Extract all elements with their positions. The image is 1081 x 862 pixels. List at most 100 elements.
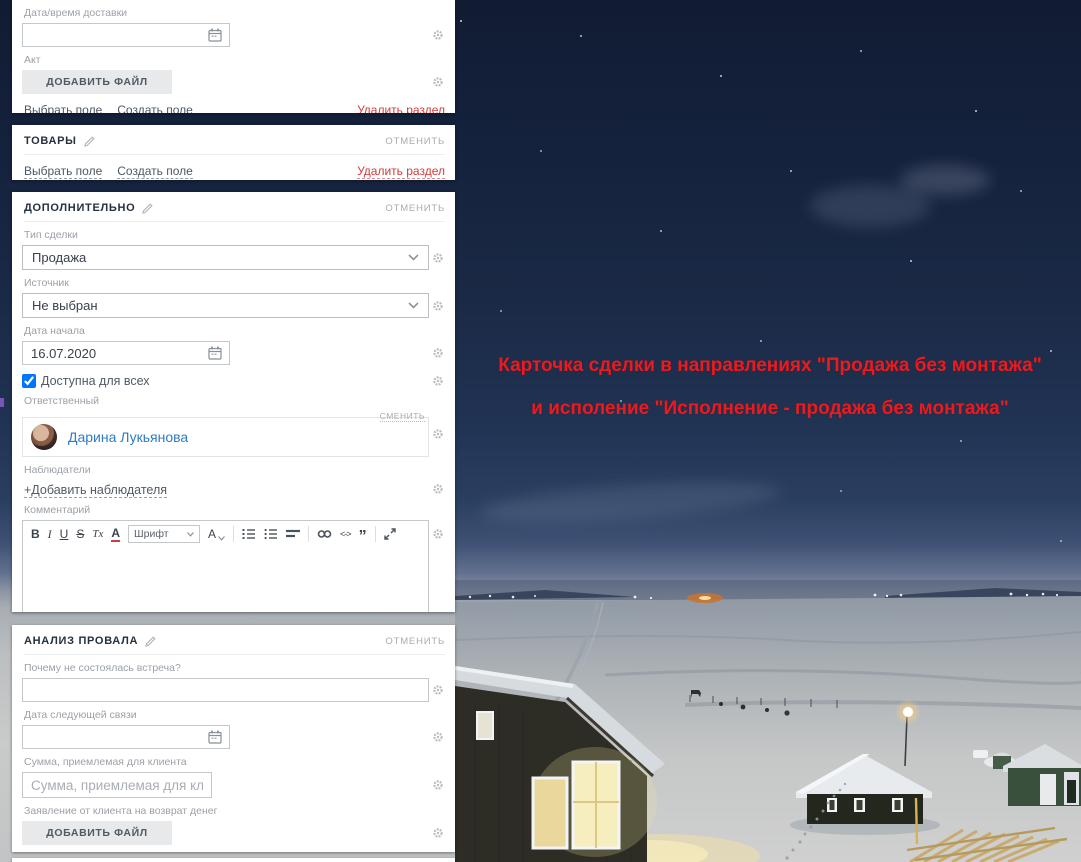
annotation-line-1: Карточка сделки в направлениях "Продажа … — [498, 355, 1042, 376]
fullscreen-button[interactable] — [383, 528, 396, 540]
calendar-icon — [208, 346, 222, 360]
field-settings-gear-icon[interactable] — [432, 779, 444, 791]
available-for-all-checkbox[interactable] — [22, 374, 36, 388]
start-date-input[interactable] — [22, 341, 230, 365]
font-size-value: A — [208, 527, 217, 541]
source-select[interactable]: Не выбран — [22, 293, 429, 318]
next-section-edge — [12, 858, 455, 862]
field-settings-gear-icon[interactable] — [432, 252, 444, 264]
cancel-link[interactable]: отменить — [385, 636, 445, 647]
field-settings-gear-icon[interactable] — [432, 731, 444, 743]
stars — [460, 20, 462, 22]
why-no-meeting-input[interactable] — [22, 678, 429, 702]
section-products: ТОВАРЫ отменить Выбрать поле Создать пол… — [12, 125, 455, 180]
chevron-down-icon — [408, 302, 419, 309]
acceptable-sum-label: Сумма, приемлемая для клиента — [24, 756, 187, 768]
deal-type-select[interactable]: Продажа — [22, 245, 429, 270]
field-settings-gear-icon[interactable] — [432, 483, 444, 495]
italic-button[interactable]: I — [48, 527, 52, 541]
bullet-list-button[interactable] — [264, 528, 278, 540]
act-label: Акт — [24, 54, 41, 66]
field-settings-gear-icon[interactable] — [432, 428, 444, 440]
annotation-line-2: и исполение "Исполнение - продажа без мо… — [531, 398, 1009, 419]
calendar-icon — [208, 730, 222, 744]
section-delivery: Дата/время доставки Акт ДОБАВИТЬ ФАЙЛ Вы… — [12, 0, 455, 113]
calendar-icon — [208, 28, 222, 42]
comment-textarea[interactable] — [23, 547, 428, 612]
cloud — [479, 474, 781, 530]
winter-landscape — [455, 580, 1081, 862]
cloud — [810, 185, 930, 227]
section-fail-analysis: АНАЛИЗ ПРОВАЛА отменить Почему не состоя… — [12, 625, 455, 852]
deal-card-editor-panel: Дата/время доставки Акт ДОБАВИТЬ ФАЙЛ Вы… — [12, 0, 455, 862]
field-settings-gear-icon[interactable] — [432, 684, 444, 696]
strikethrough-button[interactable]: S — [76, 527, 84, 541]
start-date-label: Дата начала — [24, 325, 85, 337]
source-label: Источник — [24, 277, 69, 289]
create-field-link[interactable]: Создать поле — [117, 103, 193, 113]
field-settings-gear-icon[interactable] — [432, 347, 444, 359]
font-family-select[interactable]: Шрифт — [128, 525, 201, 543]
edit-pencil-icon[interactable] — [145, 635, 156, 647]
quote-button[interactable]: ” — [359, 529, 367, 545]
annotation-text: Карточка сделки в направлениях "Продажа … — [465, 344, 1075, 430]
products-title: ТОВАРЫ — [24, 135, 77, 147]
field-settings-gear-icon[interactable] — [432, 375, 444, 387]
font-family-value: Шрифт — [134, 528, 169, 540]
additional-title: ДОПОЛНИТЕЛЬНО — [24, 202, 136, 214]
field-settings-gear-icon[interactable] — [432, 827, 444, 839]
next-contact-date-input[interactable] — [22, 725, 230, 749]
font-size-button[interactable]: A — [208, 527, 225, 541]
next-contact-date-label: Дата следующей связи — [24, 709, 137, 721]
field-settings-gear-icon[interactable] — [432, 300, 444, 312]
section-additional: ДОПОЛНИТЕЛЬНО отменить Тип сделки Продаж… — [12, 192, 455, 612]
field-settings-gear-icon[interactable] — [432, 528, 444, 540]
chevron-down-icon — [218, 536, 225, 541]
delete-section-link[interactable]: Удалить раздел — [357, 103, 445, 113]
underline-button[interactable]: U — [60, 527, 69, 541]
chevron-down-icon — [408, 254, 419, 261]
cloud — [900, 165, 990, 195]
delete-section-link[interactable]: Удалить раздел — [357, 164, 445, 179]
clear-format-button[interactable]: Tx — [92, 527, 103, 541]
add-observer-link[interactable]: +Добавить наблюдателя — [24, 483, 168, 498]
available-for-all-label: Доступна для всех — [41, 374, 150, 388]
edit-pencil-icon[interactable] — [142, 202, 154, 214]
code-button[interactable]: <-> — [340, 527, 351, 541]
add-file-button[interactable]: ДОБАВИТЬ ФАЙЛ — [22, 70, 172, 94]
responsible-box: Дарина Лукьянова — [22, 417, 429, 457]
background-fragment — [0, 398, 4, 407]
bold-button[interactable]: B — [31, 527, 40, 541]
font-color-button[interactable]: A — [111, 526, 121, 542]
deal-type-value: Продажа — [32, 250, 87, 265]
ordered-list-button[interactable] — [242, 528, 256, 540]
comment-editor: B I U S Tx A Шрифт A <-> ” — [22, 520, 429, 612]
acceptable-sum-input[interactable] — [22, 772, 212, 798]
source-value: Не выбран — [32, 298, 98, 313]
deal-type-label: Тип сделки — [24, 229, 78, 241]
why-no-meeting-label: Почему не состоялась встреча? — [24, 662, 181, 674]
editor-toolbar: B I U S Tx A Шрифт A <-> ” — [23, 521, 428, 547]
field-settings-gear-icon[interactable] — [432, 29, 444, 41]
responsible-label: Ответственный — [24, 395, 99, 407]
fail-analysis-title: АНАЛИЗ ПРОВАЛА — [24, 635, 139, 647]
comment-label: Комментарий — [24, 504, 91, 516]
link-button[interactable] — [317, 529, 332, 539]
change-responsible-link[interactable]: сменить — [379, 411, 425, 422]
observers-label: Наблюдатели — [24, 464, 91, 476]
add-file-button[interactable]: ДОБАВИТЬ ФАЙЛ — [22, 821, 172, 845]
edit-pencil-icon[interactable] — [83, 135, 95, 147]
delivery-datetime-input[interactable] — [22, 23, 230, 47]
field-settings-gear-icon[interactable] — [432, 76, 444, 88]
refund-statement-label: Заявление от клиента на возврат денег — [24, 805, 218, 817]
responsible-name-link[interactable]: Дарина Лукьянова — [68, 429, 188, 445]
create-field-link[interactable]: Создать поле — [117, 164, 193, 179]
responsible-avatar — [31, 424, 57, 450]
cancel-link[interactable]: отменить — [385, 136, 445, 147]
cancel-link[interactable]: отменить — [385, 203, 445, 214]
select-field-link[interactable]: Выбрать поле — [24, 103, 102, 113]
chevron-down-icon — [187, 531, 194, 537]
align-button[interactable] — [286, 528, 301, 540]
delivery-datetime-label: Дата/время доставки — [24, 7, 128, 19]
select-field-link[interactable]: Выбрать поле — [24, 164, 103, 179]
